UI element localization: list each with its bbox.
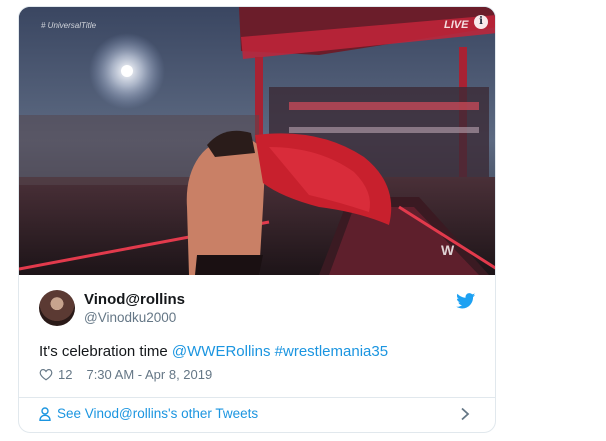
network-logo: W [441, 242, 454, 258]
tweet-text: It's celebration time @WWERollins #wrest… [39, 343, 388, 360]
tweet-meta: 12 7:30 AM - Apr 8, 2019 [39, 367, 212, 382]
arena-scene [19, 7, 495, 275]
author-display-name[interactable]: Vinod@rollins [84, 291, 185, 308]
divider [19, 397, 495, 398]
tweet-timestamp[interactable]: 7:30 AM - Apr 8, 2019 [86, 367, 212, 382]
heart-icon[interactable] [39, 368, 53, 381]
person-icon [39, 406, 51, 421]
like-count[interactable]: 12 [58, 367, 72, 382]
hashtag-link[interactable]: #wrestlemania35 [275, 343, 388, 360]
channel-watermark: # UniversalTitle [41, 21, 97, 30]
avatar[interactable] [39, 290, 75, 326]
info-icon[interactable]: i [474, 15, 488, 29]
tweet-text-body: It's celebration time [39, 343, 172, 360]
other-tweets-link[interactable]: See Vinod@rollins's other Tweets [39, 406, 258, 421]
tweet-video-thumbnail[interactable]: # UniversalTitle LIVE i W [19, 7, 495, 275]
chevron-right-icon[interactable] [460, 407, 470, 421]
author-handle[interactable]: @Vinodku2000 [84, 310, 176, 325]
live-badge: LIVE [444, 19, 469, 31]
mention-link[interactable]: @WWERollins [172, 343, 271, 360]
embedded-tweet-card: # UniversalTitle LIVE i W Vinod@rollins … [18, 6, 496, 433]
other-tweets-label[interactable]: See Vinod@rollins's other Tweets [57, 406, 258, 421]
twitter-bird-icon[interactable] [456, 293, 476, 309]
